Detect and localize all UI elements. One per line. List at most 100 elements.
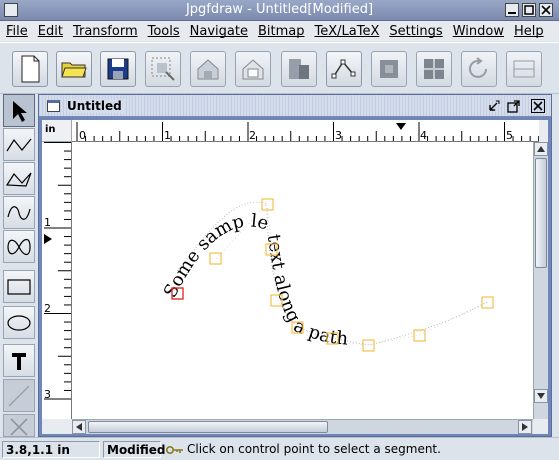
closed-curve-tool-button[interactable] (3, 230, 35, 263)
scroll-up-button[interactable] (534, 142, 548, 156)
scroll-left-button[interactable] (72, 420, 86, 434)
key-icon (166, 446, 183, 454)
open-line-tool-button[interactable] (3, 128, 35, 161)
save-button[interactable] (100, 51, 136, 87)
closed-line-icon (6, 172, 32, 187)
reduce-icon (380, 60, 398, 78)
menu-navigate[interactable]: Navigate (190, 24, 248, 39)
open-line-icon (6, 138, 32, 151)
h-ruler-label: 3 (335, 129, 342, 142)
combine-button[interactable] (416, 51, 452, 87)
control-point[interactable] (362, 339, 375, 352)
edit-path-icon (331, 59, 356, 79)
arrow-down-icon (537, 393, 545, 399)
status-coordinates: 3.8,1.1 in (2, 441, 100, 458)
h-ruler-label: 4 (420, 129, 427, 142)
new-file-button[interactable] (12, 51, 48, 87)
menu-settings[interactable]: Settings (389, 24, 442, 39)
tool-palette (0, 94, 38, 437)
ungroup-button[interactable] (281, 51, 317, 87)
open-button[interactable] (56, 51, 92, 87)
math-icon (8, 384, 30, 407)
closed-curve-icon (7, 238, 31, 255)
ruler-unit: in (42, 120, 72, 142)
ruler-marker-icon (44, 234, 52, 244)
document-title-bar[interactable]: Untitled (39, 95, 551, 117)
reduce-button[interactable] (371, 51, 407, 87)
menu-tex-latex[interactable]: TeX/LaTeX (314, 24, 379, 39)
ungroup-icon (289, 59, 309, 79)
closed-line-tool-button[interactable] (3, 162, 35, 195)
combine-icon (424, 59, 444, 79)
h-ruler-label: 2 (249, 129, 256, 142)
v-ruler-label: 3 (44, 388, 51, 401)
vertical-scrollbar[interactable] (533, 142, 548, 419)
control-point[interactable] (481, 296, 494, 309)
vertical-ruler: 1 2 3 (42, 142, 72, 419)
menu-help[interactable]: Help (514, 24, 544, 39)
drawing-canvas[interactable]: Some samp le text along a path (72, 142, 539, 419)
justify-icon (513, 60, 535, 78)
edit-path-button[interactable] (326, 51, 362, 87)
open-curve-icon (7, 205, 31, 220)
window-title: Jpgfdraw - Untitled[Modified] (185, 2, 374, 17)
more-tools-icon (10, 417, 28, 436)
text-tool-button[interactable] (3, 344, 35, 377)
iconify-icon[interactable] (487, 99, 501, 113)
document-frame: Untitled in 0 1 2 3 4 5 1 2 3 Some samp … (38, 94, 552, 437)
scroll-right-button[interactable] (518, 420, 532, 434)
status-message: Click on control point to select a segme… (187, 442, 441, 456)
ellipse-tool-button[interactable] (3, 306, 35, 339)
save-disk-icon (107, 58, 129, 80)
menu-bar: File Edit Transform Tools Navigate Bitma… (0, 21, 559, 41)
horizontal-scrollbar[interactable] (72, 419, 533, 434)
rectangle-tool-button[interactable] (3, 270, 35, 303)
control-point[interactable] (413, 329, 426, 342)
horizontal-ruler: 0 1 2 3 4 5 (72, 120, 539, 142)
menu-edit[interactable]: Edit (38, 24, 63, 39)
menu-tools[interactable]: Tools (148, 24, 180, 39)
justify-button[interactable] (506, 51, 542, 87)
maximize-frame-icon[interactable] (507, 99, 521, 113)
toolbar (0, 42, 559, 94)
menu-file[interactable]: File (6, 24, 28, 39)
control-point[interactable] (209, 252, 222, 265)
document-title: Untitled (67, 99, 126, 113)
maximize-icon[interactable] (522, 3, 536, 17)
horizontal-scroll-thumb[interactable] (88, 421, 328, 433)
menu-transform[interactable]: Transform (73, 24, 138, 39)
group-button[interactable] (235, 51, 271, 87)
group-icon (242, 59, 264, 80)
math-tool-button[interactable] (3, 379, 35, 412)
scroll-down-button[interactable] (534, 389, 548, 403)
control-polygon (215, 203, 488, 346)
move-to-back-button[interactable] (190, 51, 226, 87)
h-ruler-label: 1 (164, 129, 171, 142)
select-region-button[interactable] (145, 51, 181, 87)
select-tool-button[interactable] (3, 94, 35, 127)
menu-bitmap[interactable]: Bitmap (258, 24, 305, 39)
ruler-marker-icon (396, 123, 406, 130)
status-modified: Modified (103, 441, 166, 458)
new-file-icon (21, 55, 40, 83)
more-tools-button[interactable] (3, 414, 35, 437)
v-ruler-label: 1 (44, 216, 51, 229)
text-icon (12, 352, 26, 370)
h-ruler-label: 0 (79, 129, 86, 142)
minimize-icon[interactable] (505, 3, 519, 17)
h-ruler-label: 5 (506, 129, 513, 142)
close-frame-icon[interactable] (531, 99, 545, 113)
rectangle-icon (7, 278, 31, 295)
open-curve-tool-button[interactable] (3, 196, 35, 229)
document-content: in 0 1 2 3 4 5 1 2 3 Some samp le text a… (42, 120, 548, 434)
arrow-right-icon (522, 423, 528, 431)
close-icon[interactable] (539, 3, 553, 17)
menu-window[interactable]: Window (453, 24, 504, 39)
path-text[interactable]: Some samp le text along a path (160, 211, 350, 350)
status-bar: 3.8,1.1 in Modified Click on control poi… (0, 437, 559, 460)
window-title-bar[interactable]: Jpgfdraw - Untitled[Modified] (0, 0, 559, 21)
vertical-scroll-thumb[interactable] (535, 158, 547, 268)
rotate-icon (469, 57, 487, 78)
rotate-button[interactable] (461, 51, 497, 87)
select-region-icon (151, 57, 175, 81)
